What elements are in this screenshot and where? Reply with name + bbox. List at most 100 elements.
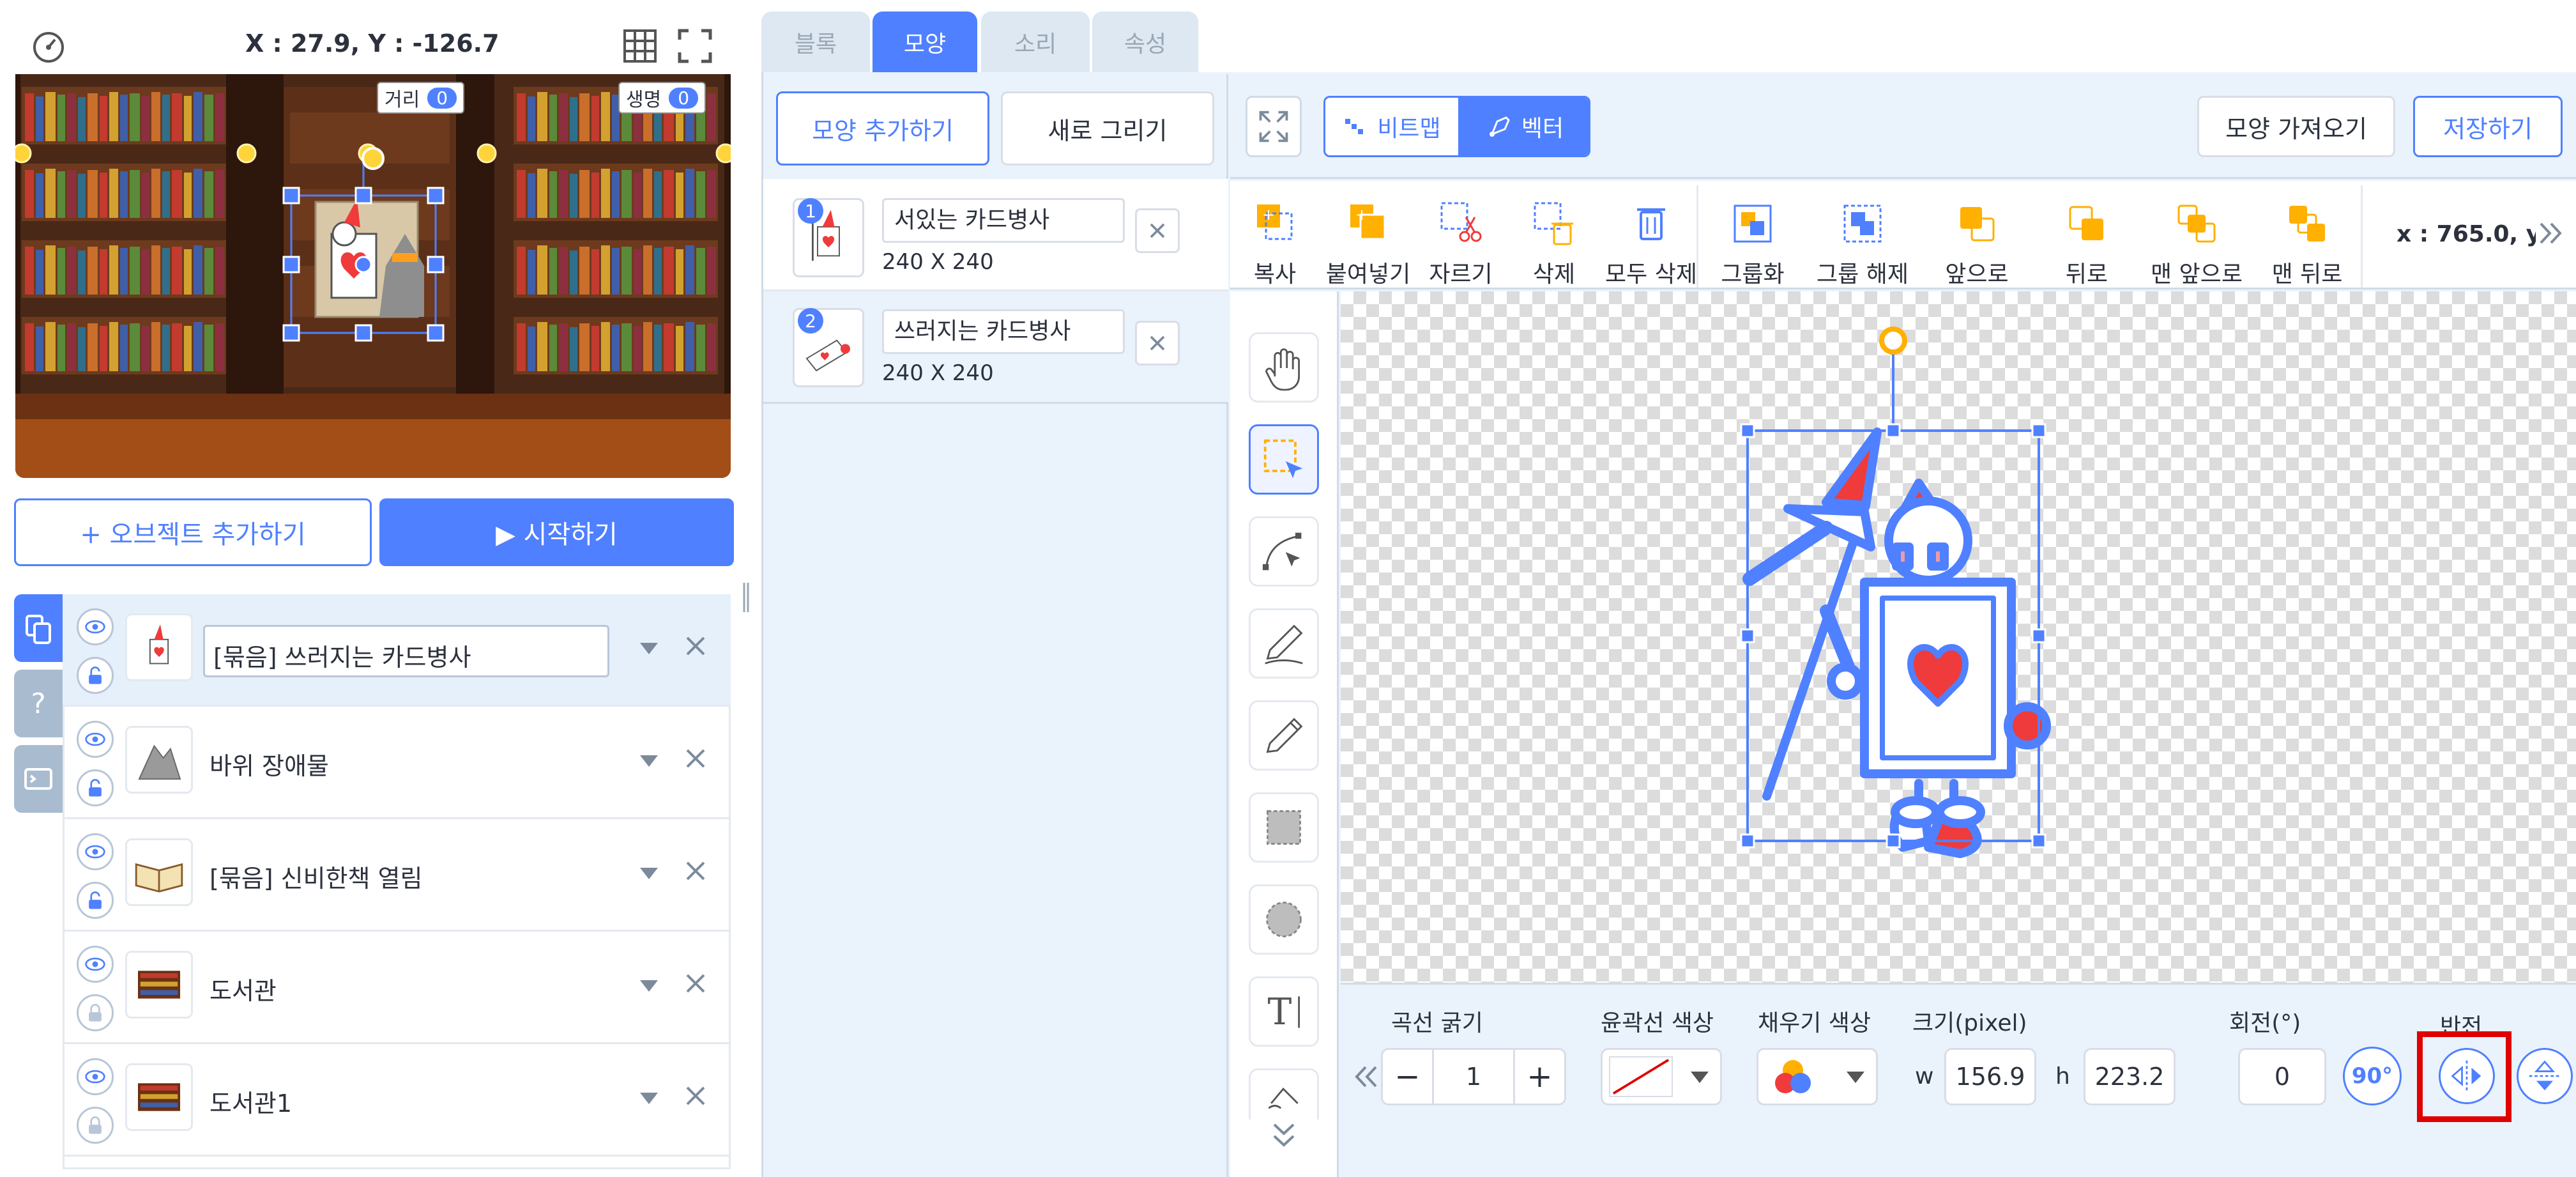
- chevron-down-icon[interactable]: [636, 635, 662, 661]
- drawing-canvas[interactable]: [1341, 291, 2576, 983]
- cut-button[interactable]: 자르기: [1426, 192, 1496, 300]
- stroke-color-picker[interactable]: [1601, 1048, 1722, 1105]
- chevron-down-icon[interactable]: [636, 973, 662, 998]
- panel-resizer[interactable]: [741, 581, 751, 613]
- delete-all-button[interactable]: 모두 삭제: [1603, 192, 1699, 300]
- size-label: 크기(pixel): [1912, 1010, 2027, 1036]
- pen-tool[interactable]: [1249, 608, 1319, 679]
- rotation-input[interactable]: 0: [2238, 1048, 2326, 1105]
- close-icon: [1150, 223, 1165, 238]
- bitmap-mode-button[interactable]: 비트맵: [1325, 98, 1458, 155]
- close-icon[interactable]: [681, 744, 710, 773]
- lock-icon[interactable]: [77, 994, 114, 1031]
- increase-button[interactable]: +: [1513, 1050, 1564, 1104]
- height-input[interactable]: 223.2: [2084, 1048, 2176, 1105]
- grid-icon[interactable]: [622, 28, 658, 64]
- tab-properties[interactable]: 속성: [1092, 12, 1198, 72]
- start-button[interactable]: ▶ 시작하기: [379, 498, 734, 566]
- width-input[interactable]: 156.9: [1944, 1048, 2036, 1105]
- fill-tool[interactable]: [1249, 1068, 1319, 1119]
- rectangle-tool[interactable]: [1249, 792, 1319, 863]
- fullscreen-icon[interactable]: [677, 28, 713, 64]
- tab-blocks[interactable]: 블록: [761, 12, 870, 72]
- object-tab[interactable]: [14, 594, 63, 662]
- close-icon[interactable]: [681, 856, 710, 886]
- bring-to-front-button[interactable]: 맨 앞으로: [2149, 192, 2244, 300]
- stroke-width-input[interactable]: 1: [1434, 1050, 1513, 1104]
- console-tab[interactable]: [14, 745, 63, 813]
- pen-icon: [1265, 624, 1303, 665]
- fill-color-picker[interactable]: [1757, 1048, 1878, 1105]
- stage-canvas[interactable]: 거리 0 생명 0: [15, 74, 731, 478]
- chevron-down-icon[interactable]: [636, 860, 662, 886]
- unlock-icon[interactable]: [77, 882, 114, 919]
- chevron-double-right-icon[interactable]: [2536, 217, 2565, 249]
- add-shape-button[interactable]: 모양 추가하기: [776, 91, 989, 165]
- chevron-down-icon[interactable]: [636, 1085, 662, 1111]
- list-item[interactable]: 도서관1: [63, 1044, 731, 1157]
- shape-name-input[interactable]: 쓰러지는 카드병사: [882, 309, 1125, 354]
- group-button[interactable]: 그룹화: [1714, 192, 1791, 300]
- eye-icon[interactable]: [77, 833, 114, 870]
- send-to-back-button[interactable]: 맨 뒤로: [2269, 192, 2345, 300]
- tab-shapes[interactable]: 모양: [873, 12, 977, 72]
- eye-icon[interactable]: [77, 608, 114, 645]
- list-item[interactable]: [묶음] 신비한책 열림: [63, 819, 731, 932]
- send-backward-button[interactable]: 뒤로: [2052, 192, 2122, 300]
- tab-sounds[interactable]: 소리: [981, 12, 1090, 72]
- speedometer-icon[interactable]: [31, 28, 66, 64]
- variable-life: 생명 0: [618, 82, 706, 114]
- shape-name-input[interactable]: 서있는 카드병사: [882, 198, 1125, 243]
- copy-button[interactable]: + 복사: [1243, 192, 1307, 300]
- list-item[interactable]: [묶음] 쓰러지는 카드병사: [63, 594, 731, 707]
- eye-icon[interactable]: [77, 946, 114, 983]
- close-icon[interactable]: [681, 1081, 710, 1111]
- unlock-icon[interactable]: [77, 657, 114, 694]
- object-thumbnail: [125, 1063, 193, 1131]
- eye-icon[interactable]: [77, 1058, 114, 1095]
- help-tab[interactable]: ?: [14, 670, 63, 737]
- lock-icon[interactable]: [77, 1107, 114, 1144]
- rotate-90-button[interactable]: 90°: [2343, 1047, 2402, 1105]
- bitmap-label: 비트맵: [1377, 116, 1441, 142]
- pencil-tool[interactable]: [1249, 700, 1319, 771]
- chevron-double-down-icon[interactable]: [1268, 1119, 1300, 1151]
- vector-mode-button[interactable]: 벡터: [1458, 98, 1589, 155]
- add-object-button[interactable]: + 오브젝트 추가하기: [14, 498, 372, 566]
- hand-tool[interactable]: [1249, 332, 1319, 403]
- chevron-double-left-icon[interactable]: [1349, 1061, 1381, 1093]
- paste-button[interactable]: + 붙여넣기: [1323, 192, 1413, 300]
- delete-button[interactable]: 삭제: [1519, 192, 1589, 300]
- eye-icon[interactable]: [77, 721, 114, 758]
- select-tool[interactable]: [1249, 424, 1319, 495]
- delete-shape-button[interactable]: [1135, 321, 1180, 365]
- ungroup-label: 그룹 해제: [1817, 261, 1909, 288]
- ellipse-tool[interactable]: [1249, 884, 1319, 955]
- save-button[interactable]: 저장하기: [2413, 96, 2563, 157]
- flip-vertical-button[interactable]: [2517, 1048, 2573, 1104]
- paste-label: 붙여넣기: [1325, 261, 1411, 288]
- variable-label: 생명: [626, 89, 662, 111]
- delete-shape-button[interactable]: [1135, 208, 1180, 253]
- decrease-button[interactable]: −: [1383, 1050, 1434, 1104]
- close-icon[interactable]: [681, 631, 710, 661]
- shape-item[interactable]: 1 서있는 카드병사 240 X 240: [763, 179, 1228, 291]
- list-item[interactable]: 바위 장애물: [63, 707, 731, 819]
- unlock-icon[interactable]: [77, 769, 114, 806]
- expand-editor-button[interactable]: [1246, 96, 1302, 157]
- close-icon[interactable]: [681, 969, 710, 998]
- new-draw-button[interactable]: 새로 그리기: [1001, 91, 1214, 165]
- import-shape-button[interactable]: 모양 가져오기: [2197, 96, 2395, 157]
- path-select-icon: [1262, 532, 1302, 571]
- shape-item[interactable]: 2 쓰러지는 카드병사 240 X 240: [763, 291, 1228, 404]
- path-tool[interactable]: [1249, 516, 1319, 587]
- text-tool[interactable]: T: [1249, 976, 1319, 1047]
- bring-forward-button[interactable]: 앞으로: [1942, 192, 2012, 300]
- paint-bucket-icon: [1268, 1087, 1299, 1109]
- chevron-down-icon[interactable]: [636, 748, 662, 773]
- ungroup-button[interactable]: 그룹 해제: [1811, 192, 1914, 300]
- list-item[interactable]: 도서관: [63, 932, 731, 1044]
- select-icon: [1263, 439, 1303, 479]
- height-label: h: [2055, 1063, 2070, 1089]
- object-thumbnail: [125, 838, 193, 906]
